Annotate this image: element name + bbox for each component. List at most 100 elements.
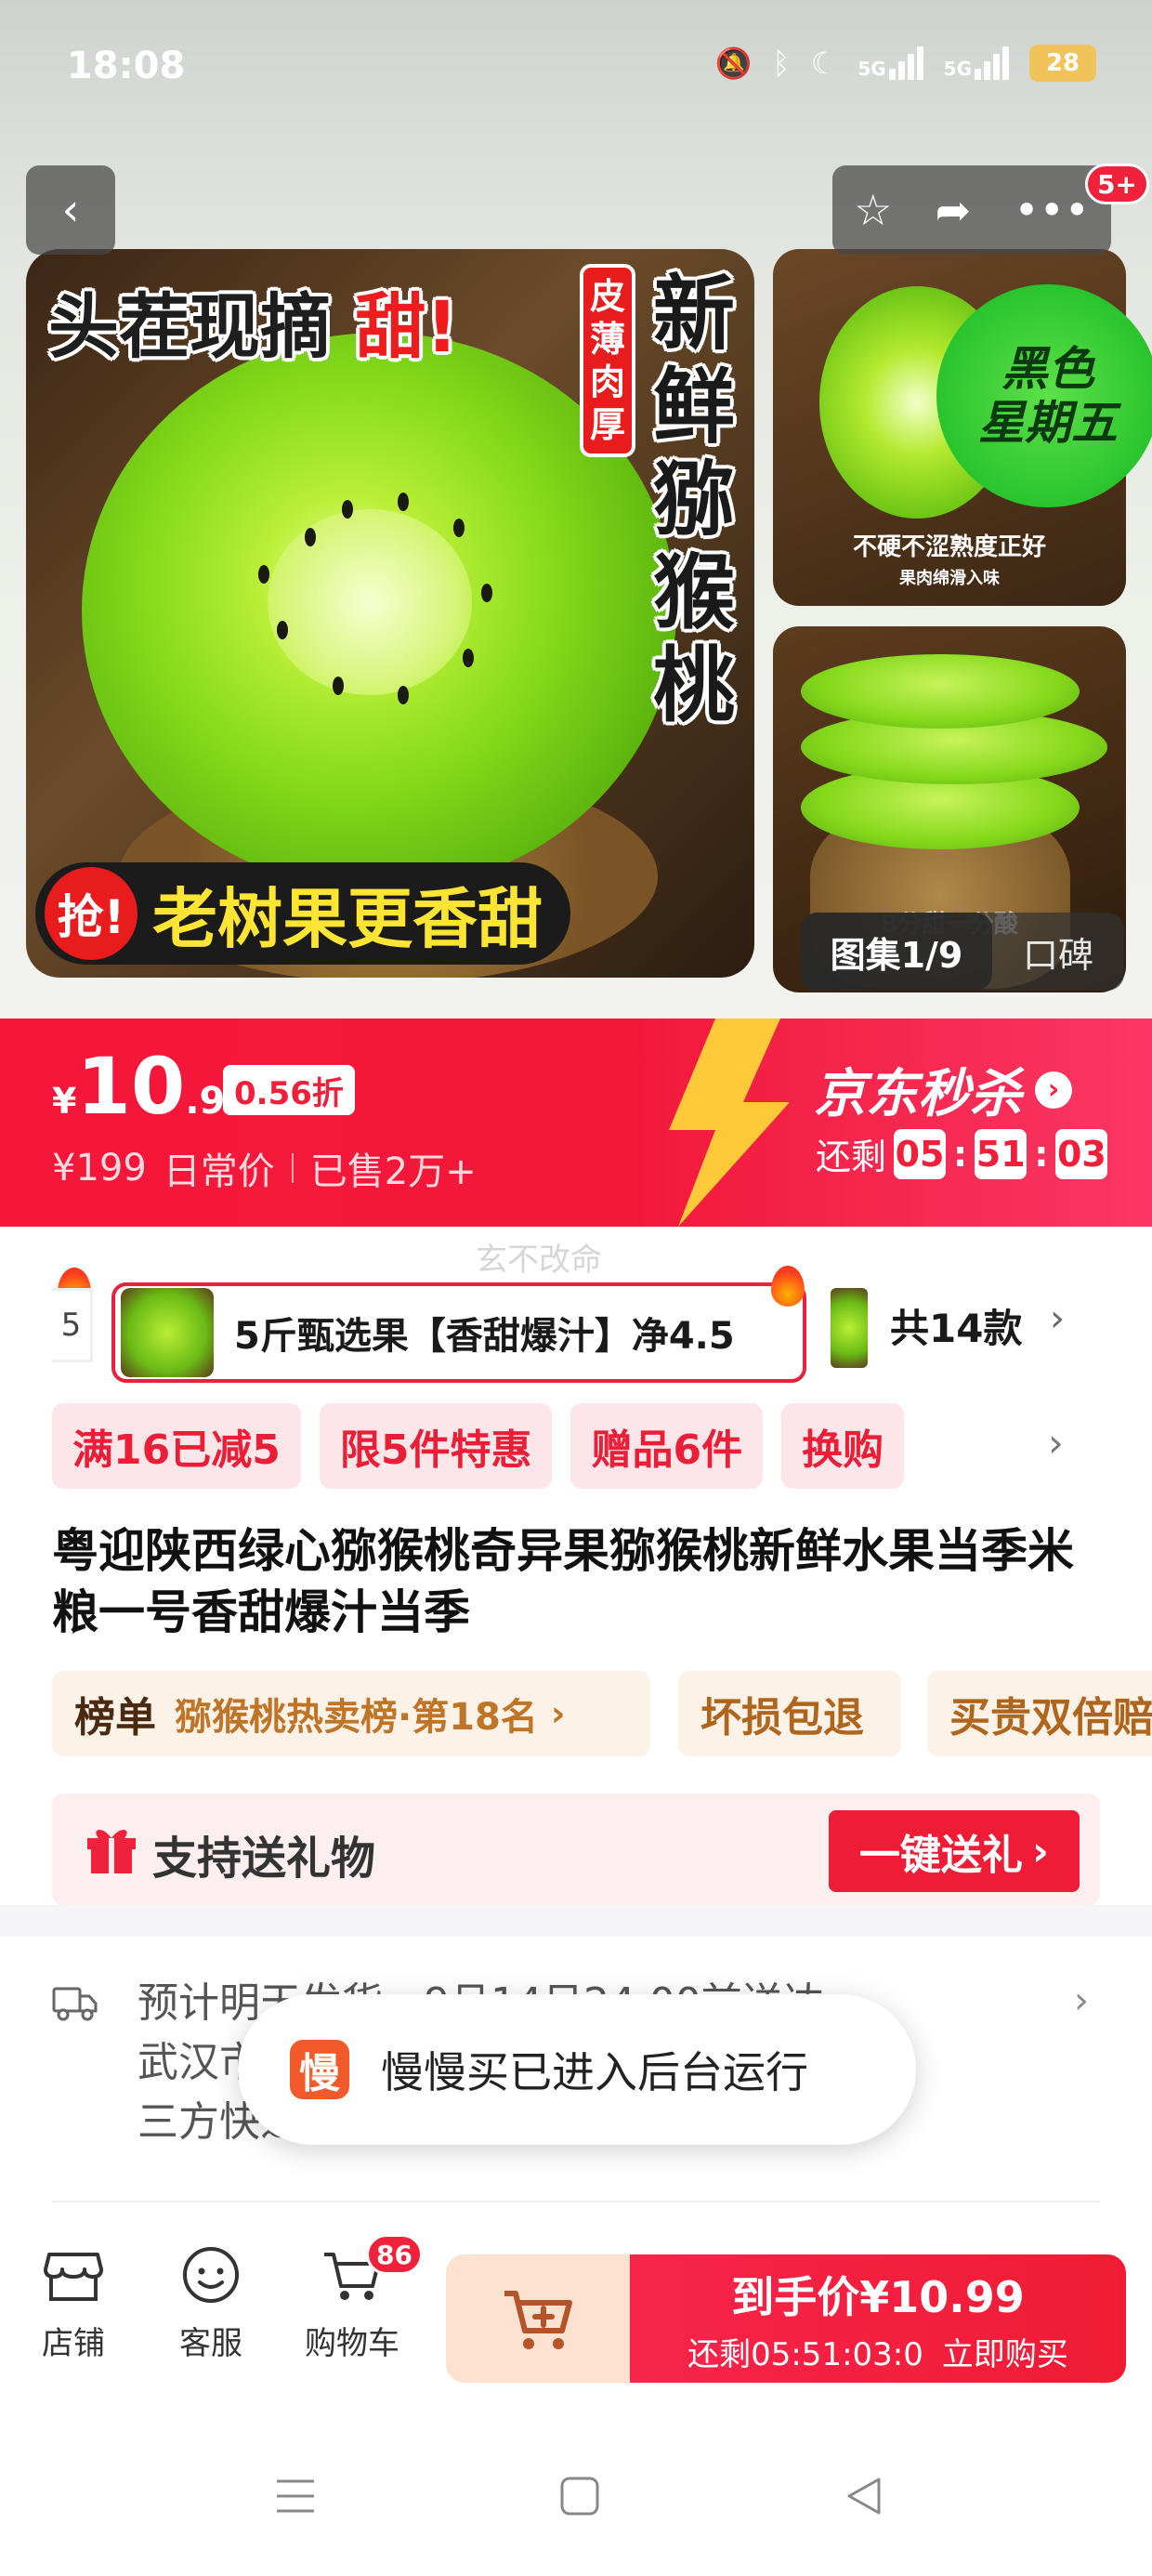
promo-tags: 满16已减5 限5件特惠 赠品6件 换购: [52, 1403, 1148, 1489]
chevron-right-icon: ›: [1035, 1071, 1072, 1109]
send-gift-button[interactable]: 一键送礼 ›: [829, 1810, 1080, 1892]
kiwi-seed: [481, 584, 492, 602]
signal-icon: 5G: [944, 46, 1009, 80]
hero-qiang-badge: 抢!: [45, 867, 137, 960]
buy-now-button[interactable]: 到手价¥10.99 还剩05:51:03:0 立即购买: [630, 2254, 1126, 2383]
countdown-seconds: 03: [1055, 1128, 1108, 1179]
hero-banner-text: 老树果更香甜: [152, 880, 543, 957]
battery-icon: 28: [1029, 45, 1096, 82]
promo-tag[interactable]: 限5件特惠: [319, 1403, 553, 1489]
flash-sale-brand[interactable]: 京东秒杀 ›: [814, 1052, 1072, 1127]
status-bar: 18:08 🔕 ᛒ ☾ 5G 5G 28: [0, 0, 1152, 139]
kiwi-seed: [305, 528, 316, 546]
buy-countdown: 还剩05:51:03:0: [687, 2335, 923, 2373]
chevron-right-icon[interactable]: ›: [1048, 1420, 1064, 1465]
star-icon[interactable]: ☆: [854, 185, 892, 235]
buy-subline: 还剩05:51:03:0 立即购买: [687, 2329, 1068, 2374]
back-button[interactable]: ‹: [26, 165, 115, 255]
add-cart-icon: [504, 2291, 572, 2349]
status-icons: 🔕 ᛒ ☾ 5G 5G 28: [715, 45, 1096, 82]
message-badge: 5+: [1085, 164, 1149, 204]
countdown-hours: 05: [894, 1128, 947, 1179]
store-icon: [44, 2253, 103, 2301]
status-time: 18:08: [67, 45, 186, 87]
gallery-count[interactable]: 图集1/9: [801, 913, 992, 991]
variant-selector: 5 5斤甄选果【香甜爆汁】净4.5 共14款 ›: [0, 1260, 1152, 1383]
hero-banner: 抢! 老树果更香甜: [35, 862, 570, 965]
kiwi-seed: [453, 519, 465, 537]
chat-face-icon: [183, 2247, 239, 2303]
rank-badge[interactable]: 榜单 猕猴桃热卖榜·第18名 ›: [52, 1671, 650, 1756]
system-nav-bar: [0, 2411, 1152, 2576]
divider: [291, 1153, 294, 1183]
cart-button[interactable]: 购物车 86: [292, 2234, 423, 2363]
back-triangle-icon[interactable]: [836, 2468, 892, 2524]
moon-icon: ☾: [810, 46, 838, 81]
customer-service-button[interactable]: 客服: [151, 2241, 271, 2363]
variant-total[interactable]: 共14款: [890, 1297, 1022, 1354]
discount-badge: 0.56折: [223, 1065, 355, 1115]
hero-headline: 头茬现摘 甜!: [48, 285, 459, 368]
mute-icon: 🔕: [714, 46, 753, 81]
black-friday-sticker: 黑色 星期五: [936, 284, 1152, 507]
toast-notification: 慢 慢慢买已进入后台运行: [238, 1994, 916, 2145]
lightning-icon: [669, 1019, 790, 1227]
product-info: 玄不改命 5 5斤甄选果【香甜爆汁】净4.5 共14款 › 满16已减5 限5件…: [0, 1227, 1152, 1905]
price-subline: ¥199 日常价 已售2万+: [52, 1141, 477, 1195]
app-logo: 慢: [290, 2040, 349, 2099]
chevron-right-icon[interactable]: ›: [1050, 1297, 1065, 1340]
buy-action: 立即购买: [941, 2335, 1068, 2373]
main-product-image[interactable]: 头茬现摘 甜! 皮薄肉厚 新鲜猕猴桃 抢! 老树果更香甜: [26, 249, 754, 978]
gallery-counter[interactable]: 图集1/9 口碑: [801, 913, 1124, 991]
top-actions: ☆ ➦ •••: [832, 165, 1111, 255]
final-price: 到手价¥10.99: [731, 2271, 1025, 2322]
chevron-right-icon: ›: [550, 1693, 566, 1734]
add-to-cart-button[interactable]: [446, 2254, 630, 2383]
promo-tag[interactable]: 换购: [781, 1403, 905, 1489]
gift-label: 支持送礼物: [152, 1833, 376, 1885]
chevron-left-icon: ‹: [61, 184, 80, 236]
service-tag[interactable]: 坏损包退: [678, 1671, 901, 1756]
side-caption: 不硬不涩熟度正好: [852, 533, 1046, 561]
product-gallery: 18:08 🔕 ᛒ ☾ 5G 5G 28 头茬现摘 甜! 皮薄肉厚 新鲜猕猴桃 …: [0, 0, 1152, 1022]
truck-icon: [52, 1987, 98, 2021]
gallery-review-tab[interactable]: 口碑: [992, 927, 1124, 978]
product-title: 粤迎陕西绿心猕猴桃奇异果猕猴桃新鲜水果当季米粮一号香甜爆汁当季: [52, 1524, 1074, 1639]
countdown-label: 还剩: [816, 1137, 887, 1177]
more-icon[interactable]: •••: [1014, 185, 1089, 235]
rank-row: 榜单 猕猴桃热卖榜·第18名 › 坏损包退 买贵双倍赔: [52, 1671, 1152, 1756]
kiwi-seed: [277, 621, 288, 639]
menu-icon[interactable]: [268, 2468, 323, 2524]
flash-sale-price-bar: ¥10.99 0.56折 ¥199 日常价 已售2万+ 京东秒杀 › 还剩 05…: [0, 1019, 1152, 1227]
variant-prev[interactable]: 5: [52, 1288, 93, 1362]
variant-thumbnail: [121, 1288, 214, 1377]
promo-tag[interactable]: 满16已减5: [52, 1403, 301, 1489]
fire-icon: [771, 1266, 805, 1307]
kiwi-seed: [333, 677, 344, 695]
home-icon[interactable]: [552, 2468, 608, 2524]
kiwi-seed: [258, 565, 269, 584]
kiwi-illustration: [268, 509, 472, 695]
toast-text: 慢慢买已进入后台运行: [381, 2047, 808, 2097]
sold-count: 已售2万+: [309, 1150, 477, 1193]
kiwi-seed: [398, 493, 409, 511]
gift-row: 支持送礼物 一键送礼 ›: [52, 1794, 1100, 1905]
share-icon[interactable]: ➦: [936, 185, 972, 235]
chevron-right-icon[interactable]: ›: [1074, 1979, 1089, 2022]
countdown-minutes: 51: [975, 1128, 1028, 1179]
variant-thumbnail[interactable]: [831, 1288, 868, 1368]
kiwi-slice: [801, 654, 1080, 729]
variant-selected[interactable]: 5斤甄选果【香甜爆汁】净4.5: [111, 1282, 806, 1383]
store-button[interactable]: 店铺: [13, 2241, 134, 2363]
kiwi-seed: [463, 649, 474, 667]
service-tag[interactable]: 买贵双倍赔: [927, 1671, 1152, 1756]
current-price: ¥10.99: [52, 1041, 252, 1132]
original-price: ¥199: [52, 1147, 147, 1189]
promo-tag[interactable]: 赠品6件: [570, 1403, 764, 1489]
kiwi-seed: [342, 500, 353, 519]
bluetooth-icon: ᛒ: [772, 46, 791, 81]
cart-badge: 86: [366, 2234, 423, 2275]
kiwi-seed: [398, 686, 409, 704]
signal-icon: 5G: [857, 46, 923, 80]
gift-icon: [87, 1829, 136, 1873]
